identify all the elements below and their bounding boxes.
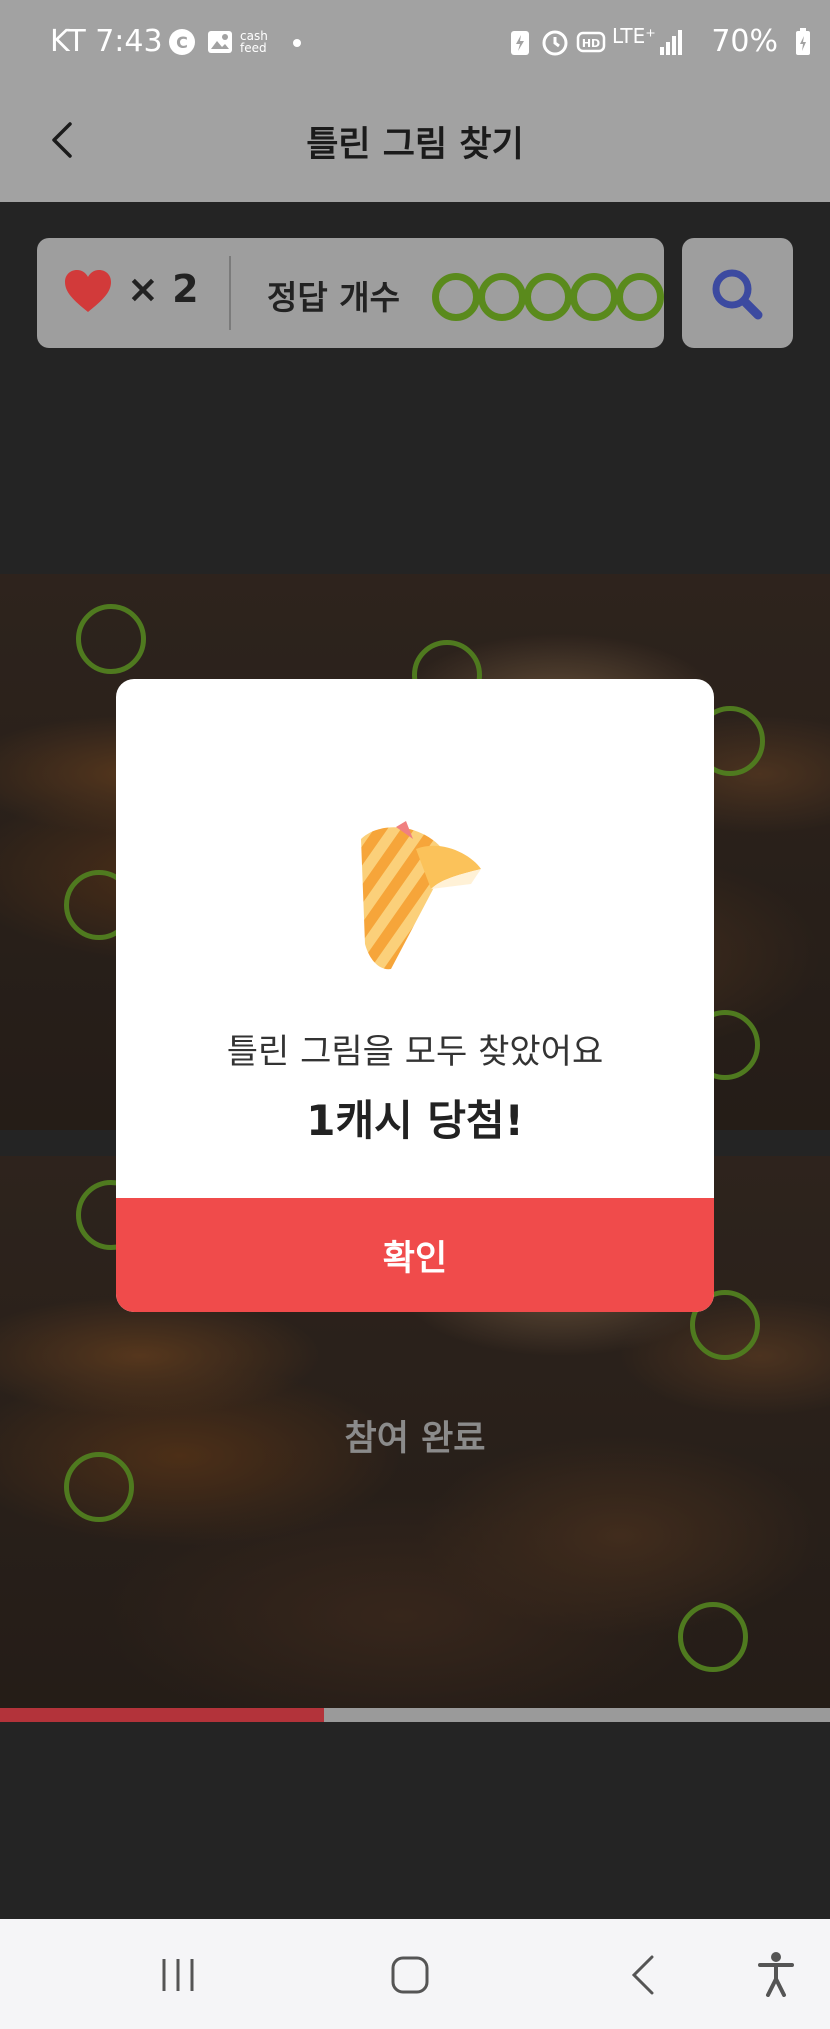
confirm-button[interactable]: 확인 bbox=[116, 1198, 714, 1312]
lives-count: × 2 bbox=[127, 267, 199, 311]
signal-icon bbox=[660, 30, 682, 55]
divider bbox=[229, 256, 231, 330]
recents-icon[interactable] bbox=[158, 1957, 198, 1993]
battery-saver-icon bbox=[511, 31, 529, 55]
hint-search-button[interactable] bbox=[682, 238, 793, 348]
dot-icon bbox=[293, 39, 301, 47]
nav-back-icon[interactable] bbox=[628, 1953, 658, 1997]
app-bar: 틀린 그림 찾기 bbox=[0, 90, 830, 202]
heart-icon bbox=[65, 270, 111, 312]
progress-fill bbox=[0, 1708, 324, 1722]
answer-found-icon bbox=[616, 273, 664, 321]
svg-text:C: C bbox=[176, 33, 188, 52]
system-nav-bar bbox=[0, 1919, 830, 2029]
found-marker bbox=[64, 1452, 134, 1522]
network-label: LTE⁺ bbox=[612, 24, 656, 48]
dialog-prize: 1캐시 당첨! bbox=[306, 1096, 524, 1145]
cashfeed-icon: cash feed bbox=[240, 29, 268, 55]
battery-level: 70% bbox=[711, 24, 778, 59]
answer-found-icon bbox=[570, 273, 618, 321]
home-icon[interactable] bbox=[390, 1955, 430, 1995]
answer-found-icon bbox=[478, 273, 526, 321]
alarm-icon bbox=[542, 30, 568, 56]
answer-found-icon bbox=[524, 273, 572, 321]
dialog-message: 틀린 그림을 모두 찾았어요 bbox=[226, 1032, 604, 1072]
answer-found-icon bbox=[432, 273, 480, 321]
search-icon bbox=[712, 269, 763, 320]
prize-cone-icon bbox=[361, 821, 481, 970]
hd-icon: HD bbox=[576, 31, 606, 53]
gallery-icon bbox=[208, 31, 232, 53]
c-app-icon: C bbox=[169, 29, 195, 55]
game-status-box: × 2 정답 개수 bbox=[37, 238, 664, 348]
accessibility-icon[interactable] bbox=[756, 1951, 796, 1997]
result-dialog: 틀린 그림을 모두 찾았어요 1캐시 당첨! 확인 bbox=[116, 679, 714, 1312]
page-title: 틀린 그림 찾기 bbox=[306, 125, 524, 165]
answer-count-label: 정답 개수 bbox=[267, 278, 400, 317]
found-marker bbox=[76, 604, 146, 674]
participation-status: 참여 완료 bbox=[344, 1419, 486, 1459]
svg-text:HD: HD bbox=[582, 37, 600, 50]
carrier-time: KT 7:43 bbox=[50, 24, 163, 59]
status-bar: KT 7:43 C cash feed HD LTE⁺ 70% bbox=[0, 0, 830, 90]
found-marker bbox=[678, 1602, 748, 1672]
battery-icon bbox=[796, 28, 810, 55]
